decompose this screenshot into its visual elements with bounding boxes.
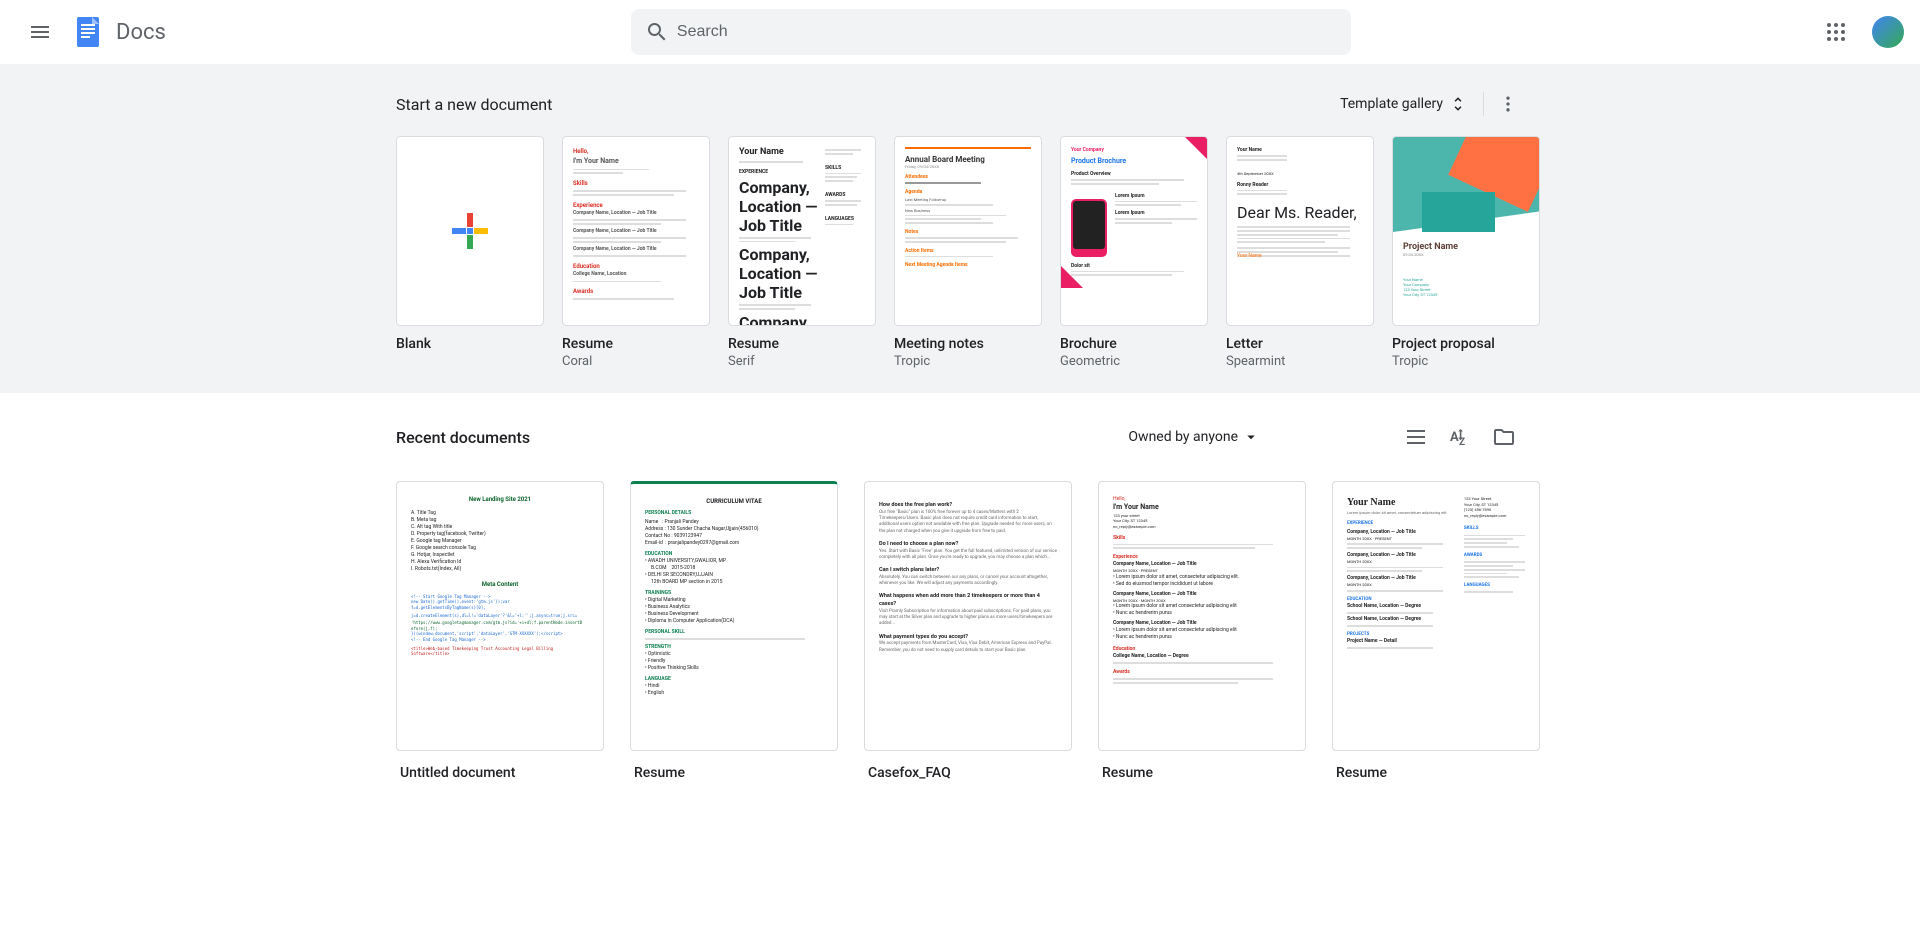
recent-section: Recent documents Owned by anyone AZ	[0, 393, 1920, 801]
more-vert-icon	[1498, 94, 1518, 114]
ownership-filter-label: Owned by anyone	[1128, 429, 1238, 445]
search-input[interactable]	[677, 23, 1345, 41]
file-picker-button[interactable]	[1484, 417, 1524, 457]
doc-card[interactable]: CURRICULUM VITAE PERSONAL DETAILS Name :…	[630, 481, 838, 781]
template-subtitle: Geometric	[1060, 354, 1208, 369]
doc-card[interactable]: How does the free plan work? Our free "B…	[864, 481, 1072, 781]
recent-title: Recent documents	[396, 428, 530, 447]
plus-icon	[448, 209, 492, 253]
templates-more-button[interactable]	[1492, 88, 1524, 120]
app-title: Docs	[116, 20, 166, 45]
doc-title: Resume	[1098, 765, 1306, 781]
doc-card[interactable]: Your Name Lorem ipsum dolor sit amet, co…	[1332, 481, 1540, 781]
dropdown-icon	[1242, 428, 1260, 446]
header: Docs	[0, 0, 1920, 64]
logo-area[interactable]: Docs	[64, 12, 166, 52]
template-title: Letter	[1226, 336, 1374, 352]
search-bar[interactable]	[631, 9, 1351, 55]
template-brochure[interactable]: Your Company Product Brochure Product Ov…	[1060, 136, 1208, 369]
templates-title: Start a new document	[396, 95, 552, 114]
docs-logo-icon	[68, 12, 108, 52]
template-blank[interactable]: Blank	[396, 136, 544, 369]
header-right	[1816, 12, 1904, 52]
template-resume-coral[interactable]: Hello,I'm Your Name Skills Experience Co…	[562, 136, 710, 369]
doc-card[interactable]: Hello, I'm Your Name 123 your streetYour…	[1098, 481, 1306, 781]
template-title: Brochure	[1060, 336, 1208, 352]
main-menu-button[interactable]	[16, 8, 64, 56]
sort-button[interactable]: AZ	[1440, 417, 1480, 457]
unfold-icon	[1449, 95, 1467, 113]
doc-card[interactable]: New Landing Site 2021 A. Title TagB. Met…	[396, 481, 604, 781]
folder-icon	[1492, 425, 1516, 449]
divider	[1483, 92, 1484, 116]
list-view-button[interactable]	[1396, 417, 1436, 457]
google-apps-button[interactable]	[1816, 12, 1856, 52]
ownership-filter-button[interactable]: Owned by anyone	[1116, 422, 1272, 452]
template-letter[interactable]: Your Name 4th September 20XX Ronny Reade…	[1226, 136, 1374, 369]
template-title: Project proposal	[1392, 336, 1540, 352]
template-project-proposal[interactable]: Project Name09.04.20XX Your NameYour Com…	[1392, 136, 1540, 369]
template-subtitle: Coral	[562, 354, 710, 369]
templates-section: Start a new document Template gallery Bl…	[0, 64, 1920, 393]
template-meeting-notes[interactable]: Annual Board MeetingFriday, 09/04/20XX A…	[894, 136, 1042, 369]
template-gallery-button[interactable]: Template gallery	[1332, 89, 1475, 119]
docs-grid: New Landing Site 2021 A. Title TagB. Met…	[396, 481, 1524, 781]
search-icon	[637, 12, 677, 52]
doc-title: Casefox_FAQ	[864, 765, 1072, 781]
apps-grid-icon	[1824, 20, 1848, 44]
recent-controls: Owned by anyone AZ	[1116, 417, 1524, 457]
doc-title: Resume	[1332, 765, 1540, 781]
template-gallery-label: Template gallery	[1340, 96, 1443, 112]
template-subtitle: Spearmint	[1226, 354, 1374, 369]
template-subtitle: Serif	[728, 354, 876, 369]
recent-header: Recent documents Owned by anyone AZ	[396, 413, 1524, 461]
template-title: Blank	[396, 336, 544, 352]
template-title: Meeting notes	[894, 336, 1042, 352]
template-title: Resume	[728, 336, 876, 352]
search-container	[166, 9, 1816, 55]
template-subtitle: Tropic	[1392, 354, 1540, 369]
sort-az-icon: AZ	[1448, 425, 1472, 449]
templates-actions: Template gallery	[1332, 88, 1524, 120]
doc-title: Untitled document	[396, 765, 604, 781]
template-subtitle: Tropic	[894, 354, 1042, 369]
template-resume-serif[interactable]: Your Name EXPERIENCE Company, Location —…	[728, 136, 876, 369]
template-title: Resume	[562, 336, 710, 352]
templates-row: Blank Hello,I'm Your Name Skills Experie…	[396, 136, 1524, 369]
hamburger-icon	[28, 20, 52, 44]
list-view-icon	[1404, 425, 1428, 449]
doc-title: Resume	[630, 765, 838, 781]
templates-header: Start a new document Template gallery	[396, 80, 1524, 128]
account-avatar[interactable]	[1872, 16, 1904, 48]
svg-text:A: A	[1450, 430, 1459, 445]
